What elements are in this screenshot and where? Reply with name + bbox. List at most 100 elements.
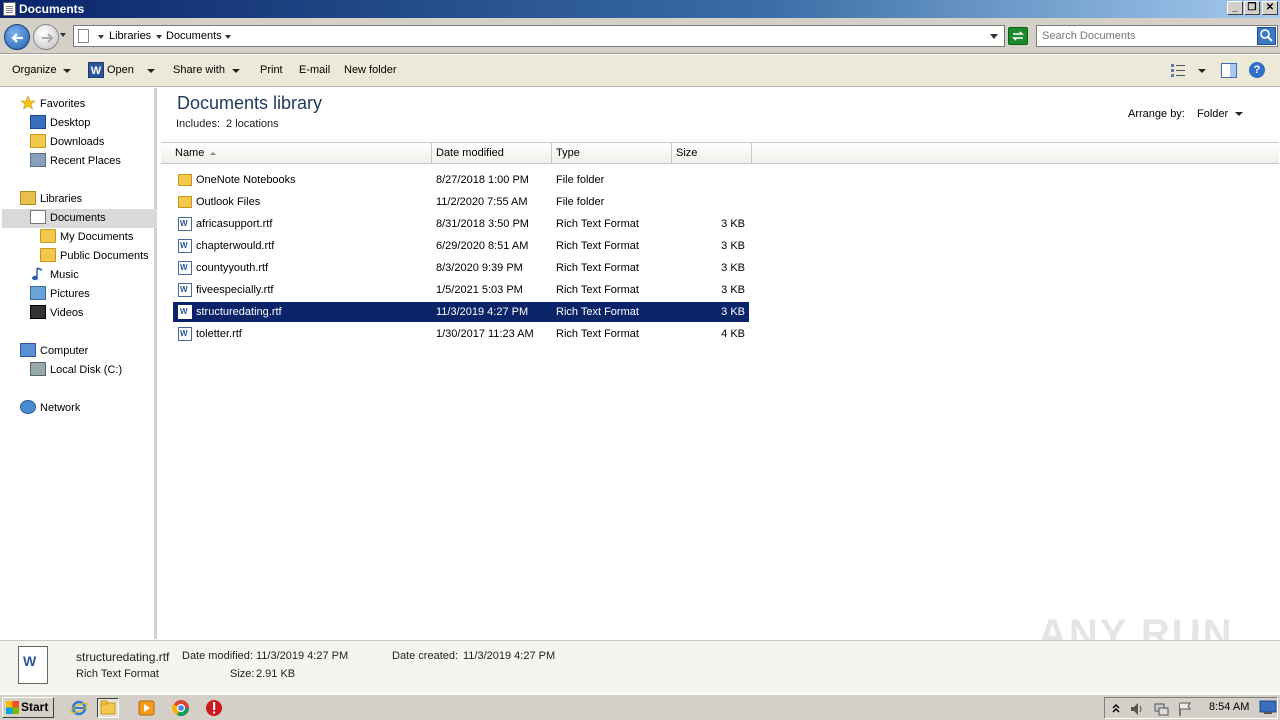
file-size: 3 KB (721, 262, 745, 274)
nav-item-downloads[interactable]: Downloads (30, 133, 104, 151)
desktop-icon (30, 115, 46, 130)
magnifier-icon (1260, 29, 1273, 42)
internet-explorer-taskbar-button[interactable] (68, 698, 90, 718)
computer-icon (20, 343, 36, 358)
nav-item-public-documents[interactable]: Public Documents (40, 247, 149, 265)
taskbar: Start 8:54 AM (0, 694, 1280, 720)
file-name: OneNote Notebooks (196, 174, 296, 186)
share-with-dropdown-arrow[interactable] (232, 69, 240, 73)
breadcrumb-documents[interactable]: Documents (166, 30, 222, 42)
minimize-button[interactable]: _ (1227, 1, 1243, 15)
volume-icon[interactable] (1129, 701, 1145, 717)
root-crumb-arrow[interactable] (98, 35, 104, 39)
view-dropdown-arrow[interactable] (1198, 69, 1206, 73)
details-modified-label: Date modified: (182, 650, 253, 662)
nav-item-desktop[interactable]: Desktop (30, 114, 90, 132)
file-type: Rich Text Format (556, 240, 639, 252)
column-header-size[interactable]: Size (672, 143, 752, 164)
chrome-taskbar-button[interactable] (170, 698, 192, 718)
network-status-icon[interactable] (1153, 701, 1169, 717)
file-row[interactable]: fiveespecially.rtf 1/5/2021 5:03 PM Rich T… (173, 280, 749, 300)
preview-pane-icon[interactable] (1221, 63, 1237, 78)
word-document-icon (18, 646, 48, 684)
column-header-date[interactable]: Date modified (432, 143, 552, 164)
nav-item-local-disk[interactable]: Local Disk (C:) (30, 361, 122, 379)
address-box[interactable]: Libraries Documents (73, 25, 1005, 47)
show-hidden-icons-icon[interactable] (1111, 702, 1121, 714)
library-includes: Includes: 2 locations (176, 118, 279, 130)
nav-item-favorites[interactable]: Favorites (20, 95, 85, 113)
recent-pages-dropdown[interactable] (60, 33, 66, 37)
file-row[interactable]: toletter.rtf 1/30/2017 11:23 AM Rich Text … (173, 324, 749, 344)
file-row[interactable]: countyyouth.rtf 8/3/2020 9:39 PM Rich Text… (173, 258, 749, 278)
organize-dropdown-arrow[interactable] (63, 69, 71, 73)
word-icon: W (88, 62, 104, 78)
file-date-modified: 1/5/2021 5:03 PM (436, 284, 523, 296)
library-title: Documents library (177, 93, 323, 113)
folder-window-icon (3, 2, 16, 16)
back-button[interactable] (4, 24, 30, 50)
print-button[interactable]: Print (260, 64, 283, 76)
file-type: File folder (556, 174, 605, 186)
address-dropdown-arrow[interactable] (990, 34, 998, 39)
nav-item-music[interactable]: Music (30, 266, 79, 284)
nav-item-network[interactable]: Network (20, 399, 80, 417)
nav-item-computer[interactable]: Computer (20, 342, 88, 360)
maximize-button[interactable]: ❐ (1244, 1, 1260, 15)
start-button[interactable]: Start (2, 697, 54, 718)
breadcrumb-libraries[interactable]: Libraries (109, 30, 151, 42)
clock[interactable]: 8:54 AM (1209, 701, 1249, 713)
file-date-modified: 8/27/2018 1:00 PM (436, 174, 529, 186)
includes-locations-link[interactable]: 2 locations (226, 118, 279, 130)
share-with-button[interactable]: Share with (173, 64, 225, 76)
nav-label-recent-places: Recent Places (50, 155, 121, 167)
new-folder-button[interactable]: New folder (344, 64, 397, 76)
libraries-crumb-arrow[interactable] (156, 35, 162, 39)
file-type: Rich Text Format (556, 328, 639, 340)
close-button[interactable]: ✕ (1262, 1, 1278, 15)
media-player-taskbar-button[interactable] (136, 698, 158, 718)
nav-item-documents[interactable]: Documents (30, 209, 106, 227)
refresh-button[interactable] (1008, 27, 1028, 45)
file-row[interactable]: africasupport.rtf 8/31/2018 3:50 PM Rich T… (173, 214, 749, 234)
column-header-name[interactable]: Name (171, 143, 432, 164)
file-row[interactable]: chapterwould.rtf 6/29/2020 8:51 AM Rich Te… (173, 236, 749, 256)
includes-label: Includes: (176, 118, 221, 130)
column-name-label: Name (175, 147, 205, 159)
nav-item-pictures[interactable]: Pictures (30, 285, 90, 303)
nav-label-downloads: Downloads (50, 136, 105, 148)
library-icon (78, 29, 89, 43)
nav-item-my-documents[interactable]: My Documents (40, 228, 133, 246)
search-box[interactable] (1036, 25, 1278, 47)
email-button[interactable]: E-mail (299, 64, 330, 76)
nav-label-libraries: Libraries (40, 193, 83, 205)
action-center-flag-icon[interactable] (1177, 701, 1193, 717)
search-input[interactable] (1037, 26, 1255, 46)
show-desktop-icon[interactable] (1259, 700, 1277, 715)
rtf-document-icon (178, 302, 192, 322)
forward-button[interactable] (33, 24, 59, 50)
open-dropdown-arrow[interactable] (147, 69, 155, 73)
details-size-value: 2.91 KB (256, 668, 296, 680)
nav-item-libraries[interactable]: Libraries (20, 190, 82, 208)
open-button[interactable]: Open (107, 64, 134, 76)
nav-label-pictures: Pictures (50, 288, 90, 300)
arrange-by-dropdown-arrow[interactable] (1235, 112, 1243, 116)
folder-icon (178, 174, 192, 186)
arrange-by-value[interactable]: Folder (1197, 108, 1228, 120)
chrome-icon (172, 700, 190, 717)
file-row[interactable]: OneNote Notebooks 8/27/2018 1:00 PM File f… (173, 170, 749, 190)
nav-item-recent-places[interactable]: Recent Places (30, 152, 121, 170)
nav-label-desktop: Desktop (50, 117, 91, 129)
file-row[interactable]: structuredating.rtf 11/3/2019 4:27 PM Rich… (173, 302, 749, 322)
file-row[interactable]: Outlook Files 11/2/2020 7:55 AM File folde… (173, 192, 749, 212)
documents-crumb-arrow[interactable] (225, 35, 231, 39)
explorer-taskbar-button[interactable] (97, 698, 119, 718)
help-icon[interactable]: ? (1249, 62, 1265, 78)
search-button[interactable] (1257, 27, 1276, 45)
column-header-type[interactable]: Type (552, 143, 672, 164)
organize-button[interactable]: Organize (12, 64, 57, 76)
antivirus-taskbar-button[interactable] (203, 698, 225, 718)
nav-item-videos[interactable]: Videos (30, 304, 83, 322)
view-options-icon[interactable] (1170, 63, 1186, 77)
